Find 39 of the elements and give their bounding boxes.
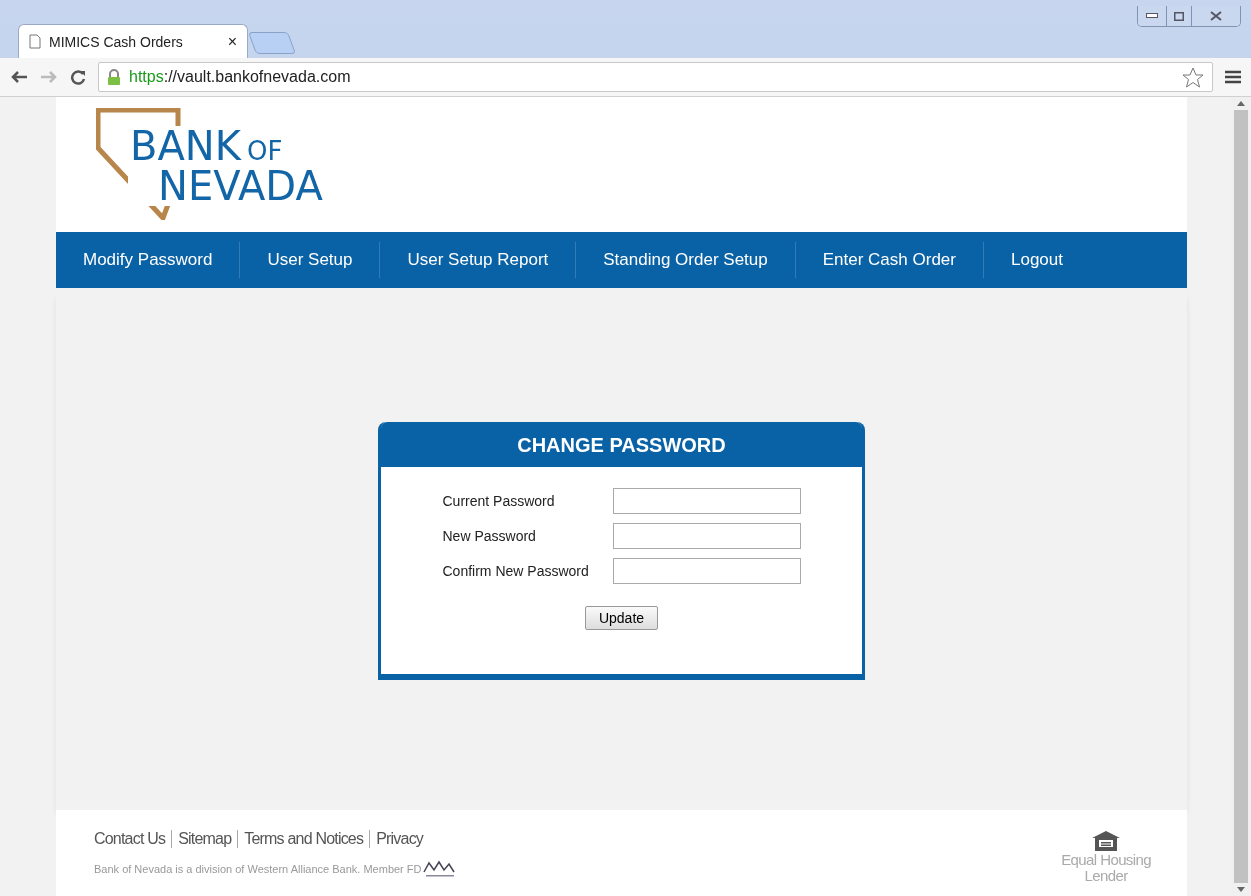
mountain-logo-icon — [421, 860, 456, 878]
tab-close-button[interactable]: × — [227, 32, 237, 51]
footer-link[interactable]: Terms and Notices — [237, 830, 370, 848]
update-button[interactable]: Update — [584, 606, 659, 630]
minimize-icon — [1146, 13, 1158, 19]
footer-link[interactable]: Privacy — [369, 830, 430, 848]
panel-title: CHANGE PASSWORD — [381, 422, 862, 467]
password-field[interactable] — [612, 523, 801, 549]
maximize-icon — [1174, 11, 1184, 21]
logo-text: BANK OF NEVADA — [128, 126, 325, 206]
scroll-up-icon[interactable] — [1237, 101, 1245, 106]
star-icon[interactable] — [1182, 66, 1204, 88]
footer-note: Bank of Nevada is a division of Western Alliance Bank. Member FD — [94, 863, 422, 875]
url-text: https://vault.bankofnevada.com — [129, 68, 352, 86]
nav-link[interactable]: Standing Order Setup — [575, 242, 795, 278]
page-icon — [29, 34, 41, 49]
password-field[interactable] — [612, 558, 801, 584]
address-bar[interactable]: https://vault.bankofnevada.com — [98, 62, 1213, 92]
reload-icon[interactable] — [70, 69, 86, 85]
footer-link[interactable]: Sitemap — [171, 830, 238, 848]
nav-link[interactable]: User Setup — [239, 242, 380, 278]
scroll-down-icon[interactable] — [1237, 887, 1245, 892]
field-label: New Password — [442, 528, 537, 544]
password-field[interactable] — [612, 488, 801, 514]
browser-tab[interactable]: MIMICS Cash Orders × — [18, 24, 248, 58]
nav-link[interactable]: User Setup Report — [379, 242, 576, 278]
equal-housing-text: Equal Housing — [1061, 852, 1151, 868]
close-button[interactable] — [1191, 6, 1240, 26]
nav-link[interactable]: Logout — [982, 242, 1090, 278]
menu-icon[interactable] — [1225, 70, 1241, 84]
field-label: Current Password — [442, 493, 556, 509]
close-icon — [1210, 11, 1222, 21]
nav-link[interactable]: Modify Password — [56, 242, 240, 278]
nav-link[interactable]: Enter Cash Order — [794, 242, 983, 278]
field-label: Confirm New Password — [442, 563, 590, 579]
footer-link[interactable]: Contact Us — [94, 830, 172, 848]
tab-title: MIMICS Cash Orders — [49, 33, 184, 50]
back-icon[interactable] — [10, 70, 28, 84]
equal-housing-text: Lender — [1084, 868, 1128, 884]
